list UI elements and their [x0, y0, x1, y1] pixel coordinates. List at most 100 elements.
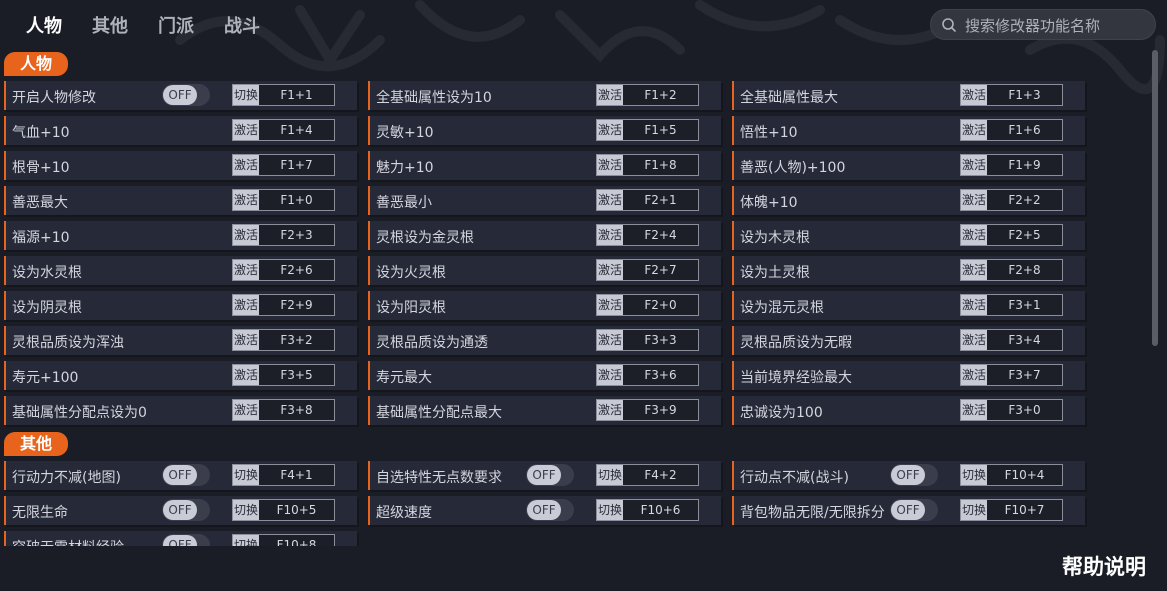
hotkey-value: F3+0: [1008, 403, 1041, 417]
cheat-label: 灵根品质设为浑浊: [12, 335, 124, 351]
cheat-label: 善恶最大: [12, 195, 68, 211]
hotkey-box[interactable]: 激活 F3+0: [960, 399, 1063, 421]
hotkey-value: F10+8: [276, 538, 317, 546]
cheat-row: 设为土灵根 激活 F2+8: [732, 256, 1085, 285]
cheat-row: 当前境界经验最大 激活 F3+7: [732, 361, 1085, 390]
hotkey-box[interactable]: 切换 F10+7: [960, 499, 1063, 521]
tab-renwu[interactable]: 人物: [26, 12, 62, 38]
tab-zhandou[interactable]: 战斗: [224, 12, 260, 38]
hotkey-value: F10+7: [1004, 503, 1045, 517]
toggle-state: OFF: [527, 500, 561, 520]
cheat-row: 设为火灵根 激活 F2+7: [368, 256, 721, 285]
search-box[interactable]: [930, 9, 1156, 40]
hotkey-box[interactable]: 激活 F3+7: [960, 364, 1063, 386]
help-link[interactable]: 帮助说明: [1062, 551, 1146, 581]
hotkey-box[interactable]: 切换 F10+5: [232, 499, 335, 521]
hotkey-box[interactable]: 激活 F1+2: [596, 84, 699, 106]
action-type-label: 激活: [597, 330, 623, 350]
cheat-row: 寿元最大 激活 F3+6: [368, 361, 721, 390]
cheat-label: 设为混元灵根: [740, 300, 824, 316]
hotkey-box[interactable]: 激活 F3+6: [596, 364, 699, 386]
scrollbar-thumb[interactable]: [1152, 50, 1158, 346]
cheat-label: 灵根品质设为无暇: [740, 335, 852, 351]
hotkey-box[interactable]: 切换 F1+1: [232, 84, 335, 106]
hotkey-box[interactable]: 激活 F1+4: [232, 119, 335, 141]
action-type-label: 激活: [597, 295, 623, 315]
cheat-label: 当前境界经验最大: [740, 370, 852, 386]
cheat-label: 基础属性分配点最大: [376, 405, 502, 421]
hotkey-box[interactable]: 激活 F2+3: [232, 224, 335, 246]
hotkey-value: F3+1: [1008, 298, 1041, 312]
cheat-label: 开启人物修改: [12, 90, 96, 106]
hotkey-box[interactable]: 激活 F2+9: [232, 294, 335, 316]
hotkey-box[interactable]: 激活 F2+5: [960, 224, 1063, 246]
toggle-switch[interactable]: OFF: [526, 499, 574, 521]
toggle-switch[interactable]: OFF: [890, 464, 938, 486]
tab-qita[interactable]: 其他: [92, 12, 128, 38]
hotkey-box[interactable]: 激活 F2+7: [596, 259, 699, 281]
hotkey-box[interactable]: 激活 F3+2: [232, 329, 335, 351]
action-type-label: 激活: [597, 365, 623, 385]
cheat-row: 基础属性分配点设为0 激活 F3+8: [4, 396, 357, 425]
cheat-label: 行动点不减(战斗): [740, 470, 849, 486]
cheat-row: 寿元+100 激活 F3+5: [4, 361, 357, 390]
cheat-label: 善恶(人物)+100: [740, 160, 846, 176]
hotkey-box[interactable]: 激活 F3+8: [232, 399, 335, 421]
hotkey-box[interactable]: 切换 F10+6: [596, 499, 699, 521]
toggle-switch[interactable]: OFF: [526, 464, 574, 486]
hotkey-box[interactable]: 切换 F4+2: [596, 464, 699, 486]
hotkey-value: F1+9: [1008, 158, 1041, 172]
hotkey-box[interactable]: 激活 F2+6: [232, 259, 335, 281]
hotkey-box[interactable]: 激活 F1+7: [232, 154, 335, 176]
hotkey-box[interactable]: 激活 F3+1: [960, 294, 1063, 316]
action-type-label: 激活: [233, 120, 259, 140]
hotkey-box[interactable]: 切换 F10+8: [232, 534, 335, 546]
hotkey-box[interactable]: 激活 F2+8: [960, 259, 1063, 281]
hotkey-box[interactable]: 激活 F3+9: [596, 399, 699, 421]
action-type-label: 激活: [597, 190, 623, 210]
action-type-label: 激活: [233, 295, 259, 315]
hotkey-box[interactable]: 激活 F2+0: [596, 294, 699, 316]
hotkey-box[interactable]: 激活 F2+1: [596, 189, 699, 211]
toggle-switch[interactable]: OFF: [890, 499, 938, 521]
hotkey-box[interactable]: 激活 F2+4: [596, 224, 699, 246]
hotkey-value: F2+6: [280, 263, 313, 277]
tab-menpai[interactable]: 门派: [158, 12, 194, 38]
hotkey-value: F3+4: [1008, 333, 1041, 347]
hotkey-box[interactable]: 切换 F10+4: [960, 464, 1063, 486]
cheat-label: 魅力+10: [376, 160, 434, 176]
hotkey-box[interactable]: 激活 F3+3: [596, 329, 699, 351]
action-type-label: 切换: [233, 535, 259, 546]
cheat-label: 基础属性分配点设为0: [12, 405, 147, 421]
action-type-label: 激活: [233, 225, 259, 245]
cheat-label: 设为阳灵根: [376, 300, 446, 316]
cheat-row: 悟性+10 激活 F1+6: [732, 116, 1085, 145]
cheat-label: 忠诚设为100: [740, 405, 823, 421]
hotkey-box[interactable]: 激活 F3+4: [960, 329, 1063, 351]
hotkey-value: F10+4: [1004, 468, 1045, 482]
hotkey-box[interactable]: 激活 F2+2: [960, 189, 1063, 211]
action-type-label: 激活: [233, 155, 259, 175]
cheat-label: 全基础属性最大: [740, 90, 838, 106]
cheat-row: 灵敏+10 激活 F1+5: [368, 116, 721, 145]
cheat-row: 设为木灵根 激活 F2+5: [732, 221, 1085, 250]
hotkey-value: F1+0: [280, 193, 313, 207]
toggle-switch[interactable]: OFF: [162, 534, 210, 546]
action-type-label: 激活: [961, 120, 987, 140]
hotkey-box[interactable]: 激活 F1+6: [960, 119, 1063, 141]
hotkey-box[interactable]: 激活 F1+5: [596, 119, 699, 141]
hotkey-box[interactable]: 切换 F4+1: [232, 464, 335, 486]
cheat-row: 无限生命 OFF 切换 F10+5: [4, 496, 357, 525]
cheat-label: 悟性+10: [740, 125, 798, 141]
hotkey-box[interactable]: 激活 F1+8: [596, 154, 699, 176]
hotkey-box[interactable]: 激活 F1+0: [232, 189, 335, 211]
toggle-switch[interactable]: OFF: [162, 84, 210, 106]
toggle-switch[interactable]: OFF: [162, 499, 210, 521]
search-input[interactable]: [963, 14, 1155, 38]
hotkey-box[interactable]: 激活 F1+9: [960, 154, 1063, 176]
hotkey-box[interactable]: 激活 F1+3: [960, 84, 1063, 106]
hotkey-box[interactable]: 激活 F3+5: [232, 364, 335, 386]
hotkey-value: F1+3: [1008, 88, 1041, 102]
search-icon: [942, 18, 956, 32]
toggle-switch[interactable]: OFF: [162, 464, 210, 486]
